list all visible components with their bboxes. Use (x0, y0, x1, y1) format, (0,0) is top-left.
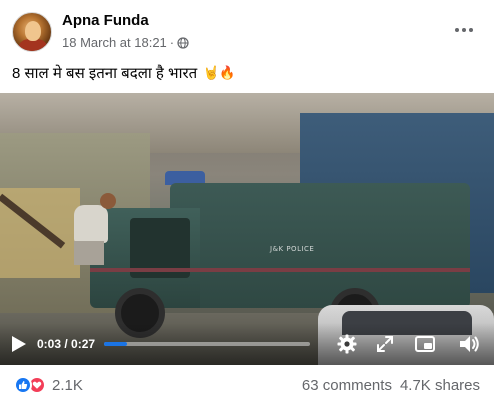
volume-icon[interactable] (458, 333, 480, 355)
more-dot-icon (455, 28, 459, 32)
post-meta: 18 March at 18:21 · (62, 35, 189, 50)
duration: 0:27 (71, 337, 96, 351)
author-avatar[interactable] (12, 12, 52, 52)
shares-link[interactable]: 4.7K shares (400, 377, 480, 394)
vehicle-lettering: J&K POLICE (270, 245, 315, 253)
person-figure (60, 193, 120, 265)
caption-text: 8 साल मे बस इतना बदला है भारत (12, 65, 198, 82)
progress-fill (104, 342, 127, 346)
more-dot-icon (462, 28, 466, 32)
vehicle-body (170, 183, 470, 308)
more-options-button[interactable] (450, 18, 478, 42)
engagement-stats: 63 comments 4.7K shares (302, 377, 480, 394)
meta-separator: · (169, 35, 175, 50)
settings-gear-icon[interactable] (336, 333, 358, 355)
progress-bar[interactable] (104, 342, 310, 346)
caption-emojis: 🤘🔥 (203, 65, 236, 80)
reactions-summary[interactable]: 2.1K (14, 376, 83, 394)
play-icon[interactable] (10, 334, 28, 354)
reaction-count: 2.1K (52, 376, 83, 394)
fullscreen-expand-icon[interactable] (374, 333, 396, 355)
picture-in-picture-icon[interactable] (414, 333, 436, 355)
more-dot-icon (469, 28, 473, 32)
author-name[interactable]: Apna Funda (62, 12, 149, 29)
post-header: Apna Funda 18 March at 18:21 · (0, 0, 494, 56)
comments-link[interactable]: 63 comments (302, 377, 392, 394)
post-date[interactable]: 18 March at 18:21 (62, 35, 167, 50)
post-footer: 2.1K 63 comments 4.7K shares (0, 365, 494, 405)
current-time: 0:03 (37, 337, 62, 351)
video-controls: 0:03 / 0:27 (0, 323, 494, 365)
globe-icon[interactable] (177, 36, 189, 49)
like-icon (14, 376, 32, 394)
vehicle-stripe (90, 268, 470, 272)
post-caption: 8 साल मे बस इतना बदला है भारत 🤘🔥 (12, 63, 236, 83)
video-time: 0:03 / 0:27 (37, 337, 95, 351)
